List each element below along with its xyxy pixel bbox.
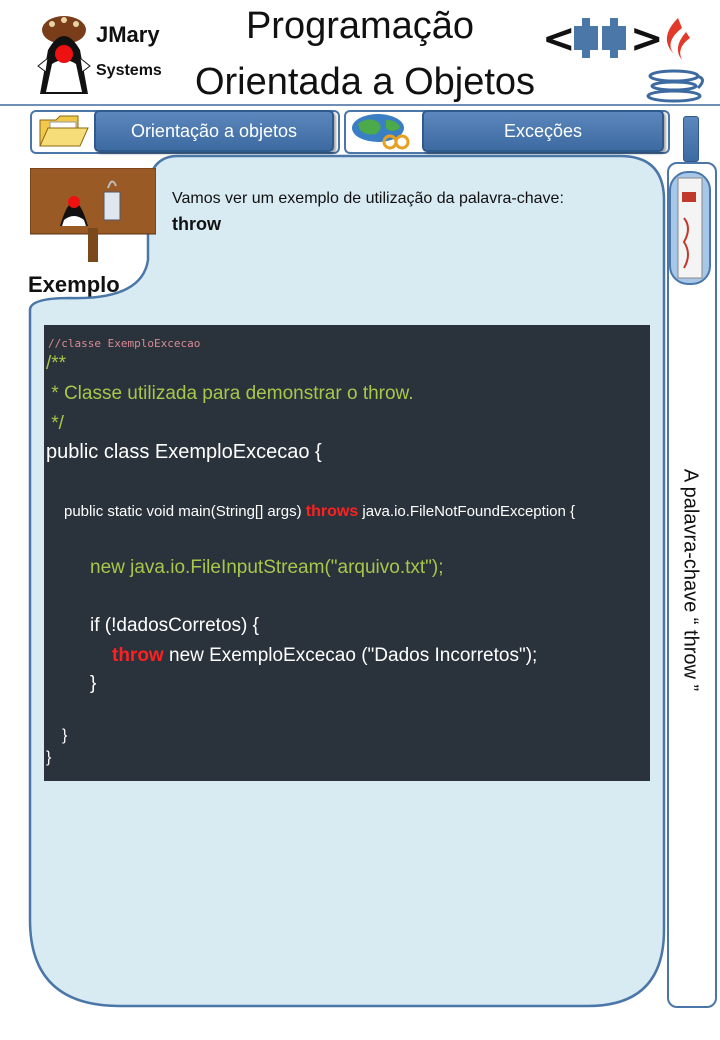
brand-name: JMary [96,22,160,47]
duke-signpost-icon [30,168,156,262]
code-method-line: public static void main(String[] args) t… [64,503,575,521]
svg-text:<: < [542,16,576,62]
keyword-text: throw [172,214,221,234]
code-class-decl: public class ExemploExcecao { [46,441,322,463]
nav-button-oop[interactable]: Orientação a objetos [94,110,334,152]
code-close-method: } [62,727,68,744]
code-throws-keyword: throws [305,503,359,520]
code-throw-rest: new ExemploExcecao ("Dados Incorretos"); [163,645,538,666]
code-block: //classe ExemploExcecao /** * Classe uti… [44,325,650,781]
page-title-line1: Programação [245,5,475,47]
java-cup-icon [646,18,704,103]
code-close-if: } [90,673,97,694]
code-doc-close: */ [46,413,64,434]
code-if-line: if (!dadosCorretos) { [90,615,259,636]
code-doc-open: /** [46,353,67,374]
code-throw-line: throw new ExemploExcecao ("Dados Incorre… [112,645,537,667]
brand-subtitle: Systems [96,62,162,79]
code-file-comment: //classe ExemploExcecao [48,337,201,350]
nav-button-exceptions[interactable]: Exceções [422,110,664,152]
side-vertical-title: A palavra-chave “ throw ” [679,468,702,692]
section-label: Exemplo [28,272,120,297]
code-method-pre: public static void main(String[] args) [64,503,306,520]
code-doc-body: * Classe utilizada para demonstrar o thr… [46,383,414,404]
code-stream-line: new java.io.FileInputStream("arquivo.txt… [90,557,444,578]
globe-icon [352,114,410,150]
code-close-class: } [46,749,52,766]
intro-text: Vamos ver um exemplo de utilização da pa… [172,190,564,207]
code-throw-keyword: throw [112,645,164,666]
page-title-line2: Orientada a Objetos [194,61,536,103]
code-method-post: java.io.FileNotFoundException { [358,503,576,520]
header-divider [0,104,720,106]
side-panel-handle[interactable] [683,116,699,162]
folder-icon [39,115,89,147]
